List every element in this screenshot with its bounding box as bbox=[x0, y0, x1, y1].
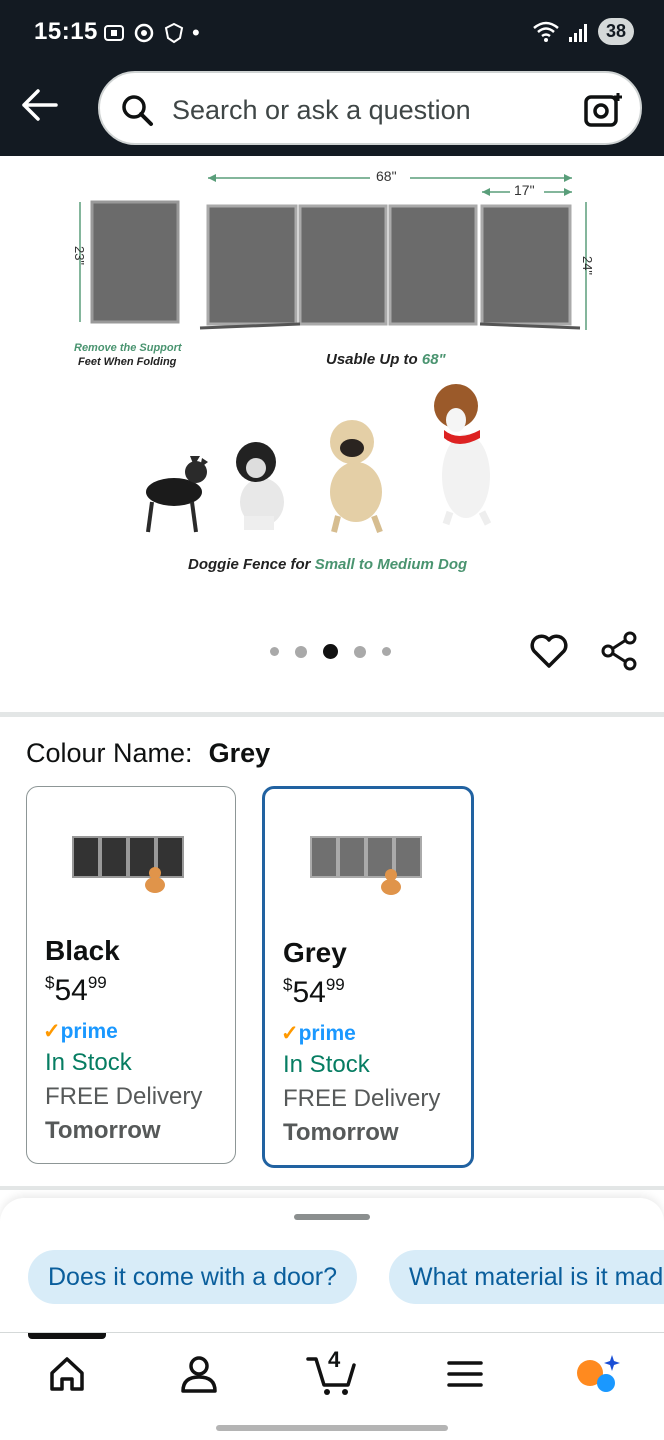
colour-heading: Colour Name: Grey bbox=[26, 738, 270, 769]
dimension-height-left-label: 23" bbox=[72, 245, 88, 266]
cart-count: 4 bbox=[328, 1347, 341, 1372]
dog-pug bbox=[330, 420, 383, 534]
dog-yorkie bbox=[236, 442, 284, 530]
delivery-label: FREE Delivery bbox=[45, 1083, 203, 1110]
support-note-line2: Feet When Folding bbox=[78, 356, 177, 368]
option-name: Grey bbox=[283, 937, 347, 968]
option-price: $5499 bbox=[283, 975, 345, 1010]
wifi-icon bbox=[533, 21, 559, 42]
prime-badge: ✓prime bbox=[43, 1019, 118, 1044]
shield-icon bbox=[164, 22, 184, 44]
dimension-panel-label: 17" bbox=[514, 182, 535, 198]
colour-option-grey[interactable]: Grey $5499 ✓prime In Stock FREE Delivery… bbox=[262, 786, 474, 1168]
signal-icon bbox=[568, 23, 587, 42]
carousel-indicator bbox=[270, 644, 391, 659]
camera-icon[interactable] bbox=[582, 89, 624, 131]
rufus-assistant-icon[interactable] bbox=[574, 1351, 620, 1397]
option-name: Black bbox=[45, 935, 120, 966]
support-note-line1: Remove the Support bbox=[74, 342, 182, 354]
doggie-accent: Small to Medium Dog bbox=[314, 556, 468, 573]
battery-level: 38 bbox=[597, 18, 634, 45]
heart-icon[interactable] bbox=[528, 630, 570, 672]
stock-status: In Stock bbox=[45, 1049, 132, 1076]
prime-label: prime bbox=[60, 1020, 118, 1043]
cart-button[interactable]: 4 bbox=[306, 1347, 358, 1397]
account-icon[interactable] bbox=[176, 1351, 222, 1397]
question-suggestions-sheet: Does it come with a door? What material … bbox=[0, 1198, 664, 1334]
menu-icon[interactable] bbox=[442, 1351, 488, 1397]
carousel-dot-active[interactable] bbox=[323, 644, 338, 659]
dot-icon: • bbox=[192, 20, 200, 45]
price-cents: 99 bbox=[325, 975, 345, 994]
search-placeholder: Search or ask a question bbox=[172, 95, 471, 125]
product-image[interactable]: 68" 17" 23" 24" Remove the Support Feet … bbox=[0, 156, 664, 606]
screenshot-icon bbox=[104, 25, 124, 41]
usable-value: 68" bbox=[421, 351, 446, 368]
colour-label: Colour Name: bbox=[26, 738, 193, 768]
status-bar: 15:15 • 38 bbox=[0, 0, 664, 64]
carousel-dot[interactable] bbox=[270, 647, 279, 656]
doggie-prefix: Doggie Fence for bbox=[188, 556, 315, 573]
status-system-icons: 38 bbox=[532, 18, 634, 45]
status-time: 15:15 bbox=[34, 18, 98, 45]
bottom-nav: 4 bbox=[0, 1332, 664, 1440]
prime-label: prime bbox=[298, 1022, 356, 1045]
option-price: $5499 bbox=[45, 973, 107, 1008]
delivery-label: FREE Delivery bbox=[283, 1085, 441, 1112]
prime-check-icon: ✓ bbox=[43, 1020, 61, 1043]
top-bar: Search or ask a question bbox=[0, 64, 664, 156]
sync-icon bbox=[134, 23, 154, 43]
suggestion-chip-door[interactable]: Does it come with a door? bbox=[28, 1250, 358, 1304]
delivery-date: Tomorrow bbox=[45, 1117, 161, 1144]
delivery-date: Tomorrow bbox=[283, 1119, 399, 1146]
back-arrow-icon[interactable] bbox=[18, 84, 60, 126]
carousel-dot[interactable] bbox=[382, 647, 391, 656]
prime-badge: ✓prime bbox=[281, 1021, 356, 1046]
home-icon[interactable] bbox=[44, 1351, 90, 1397]
sheet-drag-handle[interactable] bbox=[294, 1214, 370, 1220]
carousel-dot[interactable] bbox=[295, 645, 307, 658]
price-cents: 99 bbox=[87, 973, 107, 992]
fence-illustration bbox=[79, 174, 587, 534]
colour-option-black[interactable]: Black $5499 ✓prime In Stock FREE Deliver… bbox=[26, 786, 236, 1164]
price-whole: 54 bbox=[292, 976, 326, 1009]
dog-chihuahua bbox=[146, 456, 208, 533]
dimension-width-label: 68" bbox=[376, 168, 397, 184]
section-divider bbox=[0, 712, 664, 717]
price-whole: 54 bbox=[54, 974, 88, 1007]
search-input[interactable]: Search or ask a question bbox=[98, 71, 642, 145]
stock-status: In Stock bbox=[283, 1051, 370, 1078]
carousel-dot[interactable] bbox=[354, 645, 366, 658]
black-fence-thumbnail bbox=[72, 836, 184, 893]
usable-prefix: Usable Up to bbox=[326, 351, 422, 368]
share-icon[interactable] bbox=[598, 630, 640, 672]
gesture-bar bbox=[216, 1425, 448, 1431]
usable-caption: Usable Up to 68" bbox=[326, 351, 446, 368]
status-notification-icons: • bbox=[102, 20, 200, 46]
suggestion-chip-material[interactable]: What material is it made of? bbox=[389, 1250, 664, 1304]
dog-beagle bbox=[434, 384, 492, 526]
dimension-height-right-label: 24" bbox=[580, 255, 596, 276]
colour-selected-value: Grey bbox=[208, 738, 271, 768]
doggie-caption: Doggie Fence for Small to Medium Dog bbox=[188, 556, 467, 573]
nav-active-indicator bbox=[28, 1333, 106, 1339]
search-icon bbox=[122, 95, 153, 126]
prime-check-icon: ✓ bbox=[281, 1022, 299, 1045]
section-divider bbox=[0, 1186, 664, 1190]
grey-fence-thumbnail bbox=[310, 836, 422, 895]
